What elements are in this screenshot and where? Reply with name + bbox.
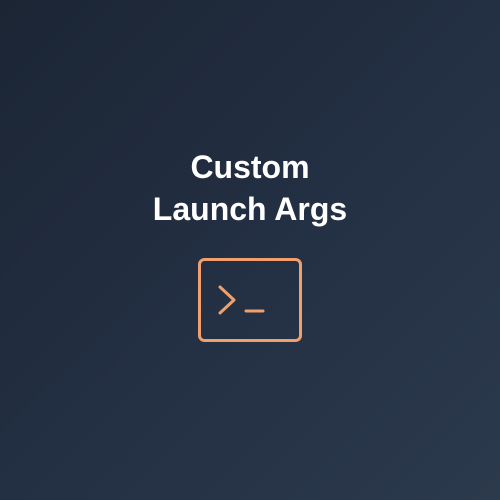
- terminal-frame: [198, 258, 302, 342]
- terminal-prompt-chevron: [218, 285, 236, 315]
- launch-args-tile: Custom Launch Args: [0, 0, 500, 500]
- title-line-2: Launch Args: [152, 191, 348, 227]
- title-line-1: Custom: [190, 149, 310, 185]
- terminal-icon: [198, 258, 302, 342]
